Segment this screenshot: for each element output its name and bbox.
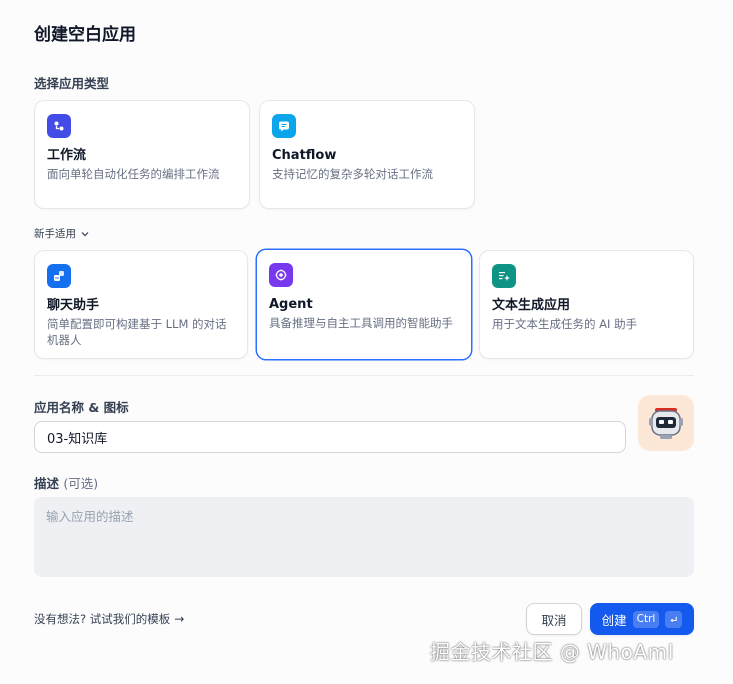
create-label: 创建 [601, 612, 627, 628]
app-type-card-agent[interactable]: Agent 具备推理与自主工具调用的智能助手 [256, 249, 472, 360]
app-type-card-chatbot[interactable]: 聊天助手 简单配置即可构建基于 LLM 的对话机器人 [34, 250, 248, 359]
app-name-input[interactable] [34, 421, 626, 453]
shortcut-ctrl-key: Ctrl [632, 610, 660, 628]
app-type-card-chatflow[interactable]: Chatflow 支持记忆的复杂多轮对话工作流 [259, 100, 475, 209]
text-generation-icon [492, 264, 516, 288]
app-name-label: 应用名称 & 图标 [34, 400, 129, 415]
chevron-down-icon [81, 231, 89, 236]
agent-icon [269, 263, 293, 287]
description-label-text: 描述 [34, 476, 60, 491]
card-title: 文本生成应用 [492, 298, 571, 313]
card-title: 工作流 [47, 148, 87, 163]
robot-avatar-icon[interactable] [638, 395, 694, 451]
card-title: Chatflow [272, 148, 337, 163]
description-input[interactable] [34, 497, 694, 577]
cancel-button[interactable]: 取消 [526, 603, 582, 635]
card-desc: 简单配置即可构建基于 LLM 的对话机器人 [47, 317, 227, 347]
create-button[interactable]: 创建 Ctrl [590, 603, 694, 635]
card-title: 聊天助手 [47, 298, 100, 313]
chatbot-icon [47, 264, 71, 288]
description-optional-text: (可选) [63, 476, 99, 491]
dialog-title: 创建空白应用 [34, 25, 136, 45]
try-template-link[interactable]: 没有想法? 试试我们的模板 → [34, 611, 184, 627]
newbie-toggle[interactable]: 新手适用 [34, 226, 90, 241]
newbie-label: 新手适用 [34, 228, 76, 240]
card-title: Agent [269, 297, 313, 312]
arrow-right-icon: → [174, 612, 185, 626]
app-type-card-text-generation[interactable]: 文本生成应用 用于文本生成任务的 AI 助手 [479, 250, 694, 359]
app-type-section-label: 选择应用类型 [34, 76, 110, 91]
watermark: 掘金技术社区 @ WhoAmI [430, 640, 674, 664]
enter-key-icon [665, 610, 683, 628]
chatflow-icon [272, 114, 296, 138]
description-label: 描述 (可选) [34, 473, 98, 492]
card-desc: 面向单轮自动化任务的编排工作流 [47, 167, 220, 181]
card-desc: 用于文本生成任务的 AI 助手 [492, 317, 638, 331]
template-hint-text: 没有想法? 试试我们的模板 [34, 612, 171, 626]
card-desc: 具备推理与自主工具调用的智能助手 [269, 316, 453, 330]
robot-icon [649, 408, 683, 439]
workflow-icon [47, 114, 71, 138]
app-type-card-workflow[interactable]: 工作流 面向单轮自动化任务的编排工作流 [34, 100, 250, 209]
divider [34, 375, 694, 376]
card-desc: 支持记忆的复杂多轮对话工作流 [272, 167, 433, 181]
